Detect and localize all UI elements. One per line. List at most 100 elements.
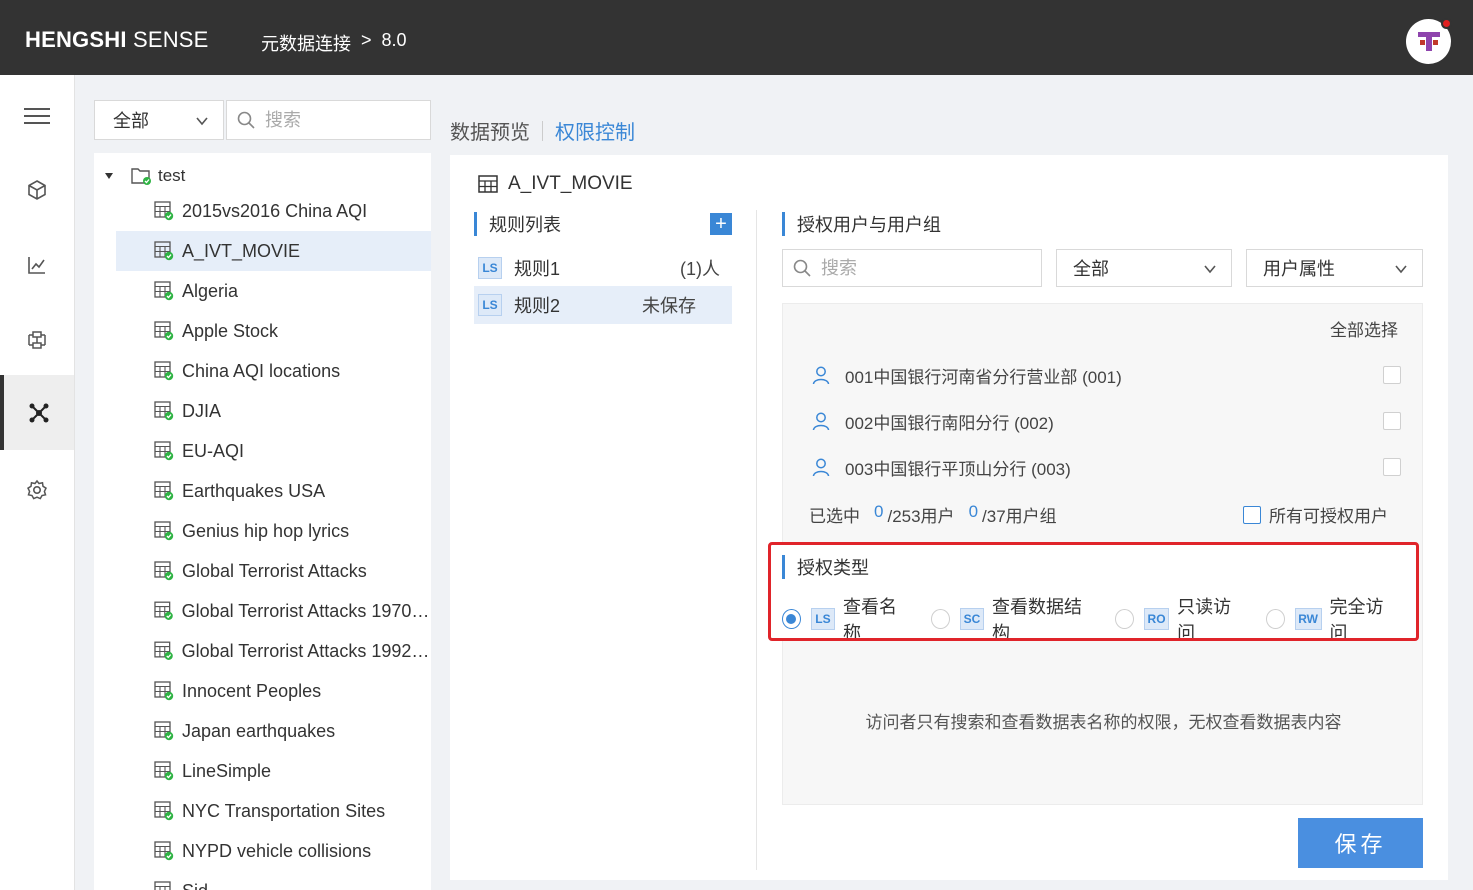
menu-icon <box>24 107 50 124</box>
tree-item-label: China AQI locations <box>182 360 341 381</box>
dataset-filter-select[interactable]: 全部 <box>94 100 224 140</box>
table-icon <box>154 801 174 821</box>
user-row[interactable]: 003中国银行平顶山分行 (003) <box>811 452 1401 482</box>
tree-item[interactable]: NYPD vehicle collisions <box>116 831 431 871</box>
tree-root-folder[interactable]: test <box>94 161 185 191</box>
breadcrumb-parent[interactable]: 元数据连接 <box>261 30 351 56</box>
users-heading-text: 授权用户与用户组 <box>797 215 941 235</box>
nav-data-button[interactable] <box>0 152 74 227</box>
user-checkbox[interactable] <box>1383 412 1401 430</box>
all-authorized-checkbox[interactable] <box>1243 505 1261 524</box>
tree-item[interactable]: Sid... <box>116 871 431 890</box>
tab-data-preview[interactable]: 数据预览 <box>450 116 530 145</box>
tree-item[interactable]: Japan earthquakes <box>116 711 431 751</box>
tree-item-label: LineSimple <box>182 760 272 781</box>
auth-badge: SC <box>959 608 984 630</box>
dataset-search-input[interactable] <box>265 109 415 131</box>
brand-light: SENSE <box>132 27 209 52</box>
nav-dataflow-button[interactable] <box>0 302 74 377</box>
breadcrumb-current: 8.0 <box>381 30 407 50</box>
radio-button[interactable] <box>782 609 801 629</box>
table-icon <box>154 841 174 861</box>
radio-button[interactable] <box>1265 609 1285 629</box>
tree-item[interactable]: A_IVT_MOVIE <box>116 231 431 271</box>
rule-user-count: (1)人 <box>680 259 720 279</box>
tree-item[interactable]: Earthquakes USA <box>116 471 431 511</box>
tree-item[interactable]: 2015vs2016 China AQI <box>116 191 431 231</box>
auth-badge: LS <box>810 608 835 630</box>
tree-item[interactable]: NYC Transportation Sites <box>116 791 431 831</box>
table-icon <box>154 881 171 890</box>
tree-item[interactable]: EU-AQI <box>116 431 431 471</box>
tree-item-label: Japan earthquakes <box>182 720 336 741</box>
all-authorized-label: 所有可授权用户 <box>1269 507 1388 526</box>
user-checkbox[interactable] <box>1383 458 1401 476</box>
dataset-tree: test 2015vs2016 China AQI A_IVT_MOVIE Alge… <box>94 153 431 890</box>
user-attribute-select[interactable]: 用户属性 <box>1246 249 1423 287</box>
rule-item[interactable]: LS 规则1 (1)人 <box>474 249 732 287</box>
nav-dashboard-button[interactable] <box>0 227 74 302</box>
cube-icon <box>28 179 46 200</box>
tree-item[interactable]: Genius hip hop lyrics <box>116 511 431 551</box>
auth-option-full-access[interactable]: RW 完全访问 <box>1265 593 1398 645</box>
table-icon <box>154 441 174 461</box>
brand-logo[interactable]: HENGSHI SENSE <box>25 27 209 53</box>
all-authorized-users-option[interactable]: 所有可授权用户 <box>1243 502 1388 527</box>
menu-toggle-button[interactable] <box>0 78 74 153</box>
tree-item[interactable]: Algeria <box>116 271 431 311</box>
auth-type-description: 访问者只有搜索和查看数据表名称的权限，无权查看数据表内容 <box>865 713 1342 732</box>
tree-item-label: NYPD vehicle collisions <box>182 840 372 861</box>
rules-heading: 规则列表 <box>474 212 561 236</box>
save-button[interactable]: 保存 <box>1298 818 1423 868</box>
auth-option-view-schema[interactable]: SC 查看数据结构 <box>930 593 1095 645</box>
nav-connections-button[interactable] <box>0 375 74 450</box>
tree-item-label: Sid... <box>182 881 223 890</box>
tree-item[interactable]: Global Terrorist Attacks 1970 t... <box>116 591 431 631</box>
auth-type-section: 授权类型 LS 查看名称 SC 查看数据结构 RO 只读访问 RW 完全访问 <box>768 543 1418 643</box>
tree-item[interactable]: Innocent Peoples <box>116 671 431 711</box>
user-icon <box>812 366 830 385</box>
tree-item[interactable]: Global Terrorist Attacks 1992 t... <box>116 631 431 671</box>
rule-name: 规则1 <box>514 259 561 279</box>
tree-item[interactable]: DJIA <box>116 391 431 431</box>
user-checkbox[interactable] <box>1383 366 1401 384</box>
table-icon <box>154 321 174 341</box>
auth-option-label: 只读访问 <box>1177 597 1232 643</box>
radio-button[interactable] <box>930 609 950 629</box>
user-row[interactable]: 001中国银行河南省分行营业部 (001) <box>811 360 1401 390</box>
tree-item[interactable]: LineSimple <box>116 751 431 791</box>
table-icon <box>154 361 174 381</box>
user-row[interactable]: 002中国银行南阳分行 (002) <box>811 406 1401 436</box>
network-icon <box>29 403 49 422</box>
filter-value: 全部 <box>113 111 149 131</box>
tree-item-label: Innocent Peoples <box>182 680 322 701</box>
rule-type-badge: LS <box>478 257 502 279</box>
column-divider <box>756 210 757 870</box>
nav-settings-button[interactable] <box>0 452 74 527</box>
user-scope-select[interactable]: 全部 <box>1056 249 1232 287</box>
tree-item[interactable]: Apple Stock <box>116 311 431 351</box>
select-all-link[interactable]: 全部选择 <box>1330 316 1398 341</box>
auth-option-view-name[interactable]: LS 查看名称 <box>782 593 911 645</box>
rule-item-selected[interactable]: LS 规则2 未保存 <box>474 286 732 324</box>
radio-button[interactable] <box>1114 609 1134 629</box>
tree-item-label: EU-AQI <box>182 440 245 461</box>
chevron-down-icon <box>196 117 208 126</box>
tree-item[interactable]: Global Terrorist Attacks <box>116 551 431 591</box>
user-search <box>782 249 1042 287</box>
tree-item-label: Global Terrorist Attacks 1970 t... <box>181 600 431 621</box>
brand-bold: HENGSHI <box>25 27 127 52</box>
tree-item[interactable]: China AQI locations <box>116 351 431 391</box>
auth-type-heading: 授权类型 <box>782 555 869 579</box>
caret-down-icon[interactable] <box>104 171 114 181</box>
tree-item-label: DJIA <box>182 400 222 421</box>
auth-option-read-only[interactable]: RO 只读访问 <box>1114 593 1246 645</box>
table-icon <box>154 601 173 621</box>
tab-permission-control[interactable]: 权限控制 <box>555 116 635 145</box>
user-search-input[interactable] <box>821 257 1021 279</box>
user-scope-value: 全部 <box>1073 259 1109 279</box>
auth-type-options: LS 查看名称 SC 查看数据结构 RO 只读访问 RW 完全访问 <box>782 593 1418 645</box>
table-icon <box>154 641 173 661</box>
tree-item-label: Earthquakes USA <box>182 480 326 501</box>
add-rule-button[interactable]: + <box>710 213 732 235</box>
